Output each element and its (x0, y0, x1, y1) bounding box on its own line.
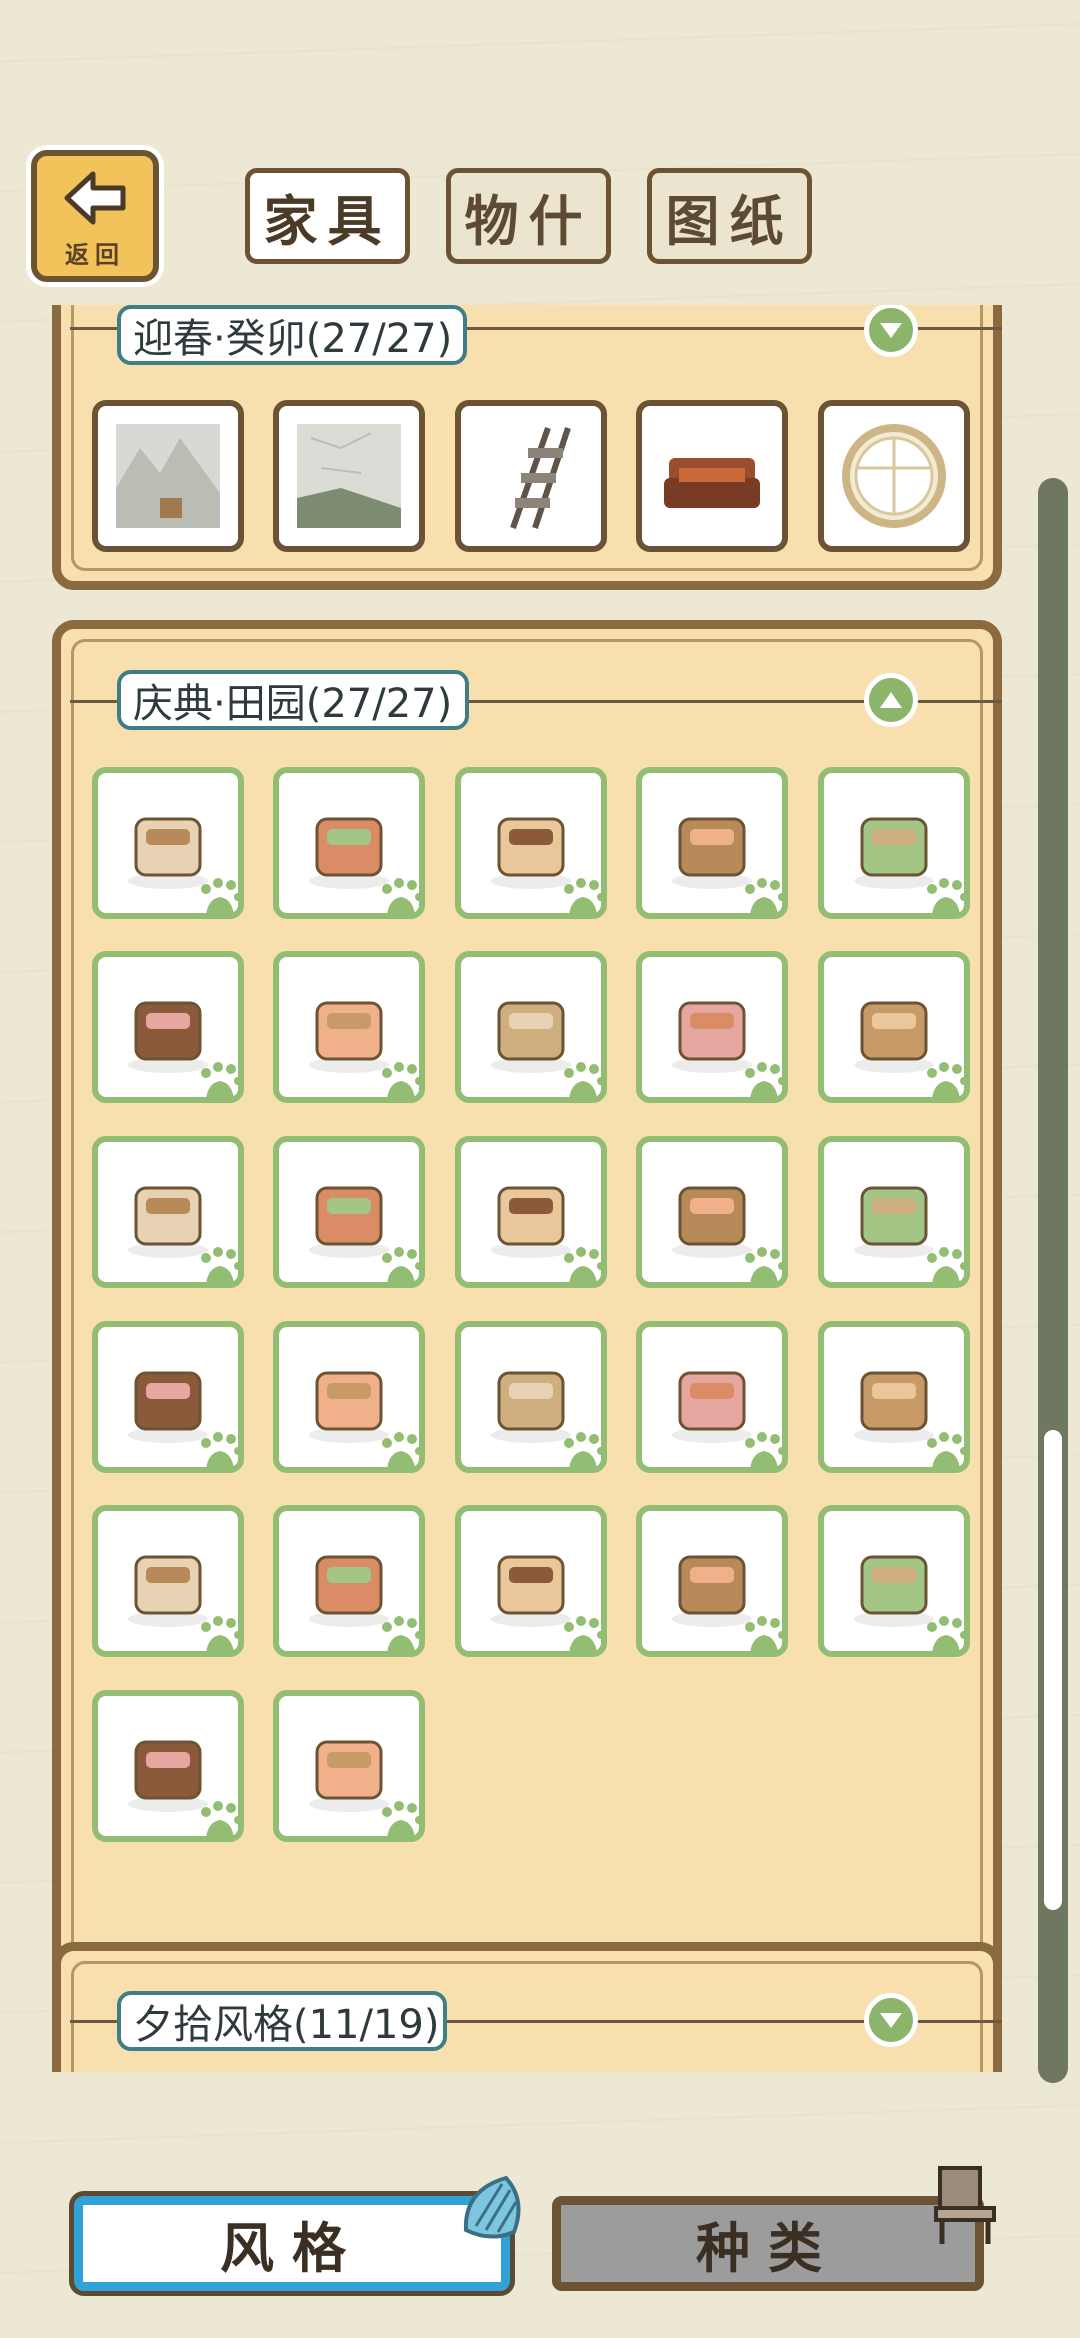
item-wooden-ladder[interactable] (455, 400, 607, 552)
frog-paw-icon (201, 1616, 242, 1653)
tab-items[interactable]: 物什 (446, 168, 611, 264)
item-round-window[interactable] (818, 400, 970, 552)
frog-paw-icon (564, 1247, 605, 1284)
frog-paw-icon (564, 1616, 605, 1653)
chevron-down-icon (880, 323, 902, 338)
item-moss-rug[interactable] (92, 1136, 244, 1288)
frog-paw-icon (745, 1432, 786, 1469)
item-bread-basket[interactable] (273, 1690, 425, 1842)
item-pink-bed[interactable] (636, 951, 788, 1103)
frog-paw-icon (927, 878, 968, 915)
item-bread-ottoman[interactable] (455, 1136, 607, 1288)
chair-icon (934, 2166, 996, 2244)
scrollbar-thumb[interactable] (1044, 1430, 1062, 1910)
seashell-icon (463, 2175, 521, 2239)
item-tile-wallpaper[interactable] (92, 767, 244, 919)
item-cooking-stove[interactable] (818, 1321, 970, 1473)
item-clothes-rack[interactable] (636, 1505, 788, 1657)
frog-paw-icon (927, 1247, 968, 1284)
item-spiral-staircase[interactable] (455, 767, 607, 919)
item-stone-floor[interactable] (273, 400, 425, 552)
frog-paw-icon (745, 1247, 786, 1284)
frog-paw-icon (564, 1062, 605, 1099)
frog-paw-icon (564, 878, 605, 915)
back-arrow-icon (64, 171, 126, 225)
collapse-toggle-festival[interactable] (864, 673, 918, 727)
item-lattice-window[interactable] (818, 767, 970, 919)
frog-paw-icon (745, 1616, 786, 1653)
section-title-festival: 庆典·田园(27/27) (117, 670, 469, 730)
item-kitchen-cabinet[interactable] (636, 1136, 788, 1288)
chevron-down-icon (880, 2013, 902, 2028)
collection-list[interactable]: 迎春·癸卯(27/27) 庆典·田园(27/27) 夕拾风格(11/19) (0, 305, 1080, 2072)
item-writing-desk[interactable] (273, 1136, 425, 1288)
item-flower-stool[interactable] (818, 1136, 970, 1288)
expand-toggle-spring[interactable] (864, 305, 918, 357)
frog-paw-icon (927, 1616, 968, 1653)
frog-paw-icon (927, 1062, 968, 1099)
round-window-art (842, 424, 946, 528)
section-title-spring: 迎春·癸卯(27/27) (117, 305, 467, 365)
frog-paw-icon (745, 878, 786, 915)
item-crackle-floor[interactable] (273, 767, 425, 919)
item-clay-vase[interactable] (818, 951, 970, 1103)
tab-furniture[interactable]: 家具 (245, 168, 410, 264)
expand-toggle-nostalgia[interactable] (864, 1993, 918, 2047)
frog-paw-icon (201, 1062, 242, 1099)
style-filter-button[interactable]: 风格 (74, 2196, 510, 2291)
item-candle-tray[interactable] (818, 1505, 970, 1657)
frog-paw-icon (564, 1432, 605, 1469)
stone-floor-art (297, 424, 401, 528)
item-round-basket[interactable] (273, 1321, 425, 1473)
section-title-nostalgia: 夕拾风格(11/19) (117, 1991, 447, 2051)
frog-paw-icon (201, 1432, 242, 1469)
frog-paw-icon (745, 1062, 786, 1099)
item-wardrobe[interactable] (92, 951, 244, 1103)
item-bread-counter[interactable] (92, 1690, 244, 1842)
item-roll-cushion[interactable] (636, 1321, 788, 1473)
frog-paw-icon (382, 1247, 423, 1284)
frog-paw-icon (382, 1616, 423, 1653)
wooden-ladder-art (510, 427, 571, 529)
mountain-wallpaper-art (116, 424, 220, 528)
item-arched-bench[interactable] (636, 767, 788, 919)
item-log-sofa[interactable] (636, 400, 788, 552)
item-cake-slice[interactable] (92, 1321, 244, 1473)
frog-paw-icon (382, 1062, 423, 1099)
item-standing-mirror[interactable] (273, 1505, 425, 1657)
frog-paw-icon (382, 1801, 423, 1838)
item-mountain-wallpaper[interactable] (92, 400, 244, 552)
item-jam-jar[interactable] (92, 1505, 244, 1657)
log-sofa-art (664, 458, 760, 508)
frog-paw-icon (382, 878, 423, 915)
item-wooden-shelf[interactable] (455, 951, 607, 1103)
item-rope-rug[interactable] (273, 951, 425, 1103)
frog-paw-icon (382, 1432, 423, 1469)
category-filter-button[interactable]: 种类 (552, 2196, 984, 2291)
frog-paw-icon (201, 878, 242, 915)
frog-paw-icon (201, 1247, 242, 1284)
item-green-chair[interactable] (455, 1321, 607, 1473)
back-label: 返回 (65, 241, 125, 269)
tab-blueprints[interactable]: 图纸 (647, 168, 812, 264)
item-coat-stand[interactable] (455, 1505, 607, 1657)
back-button[interactable]: 返回 (31, 150, 159, 282)
chevron-up-icon (880, 692, 902, 708)
frog-paw-icon (201, 1801, 242, 1838)
frog-paw-icon (927, 1432, 968, 1469)
